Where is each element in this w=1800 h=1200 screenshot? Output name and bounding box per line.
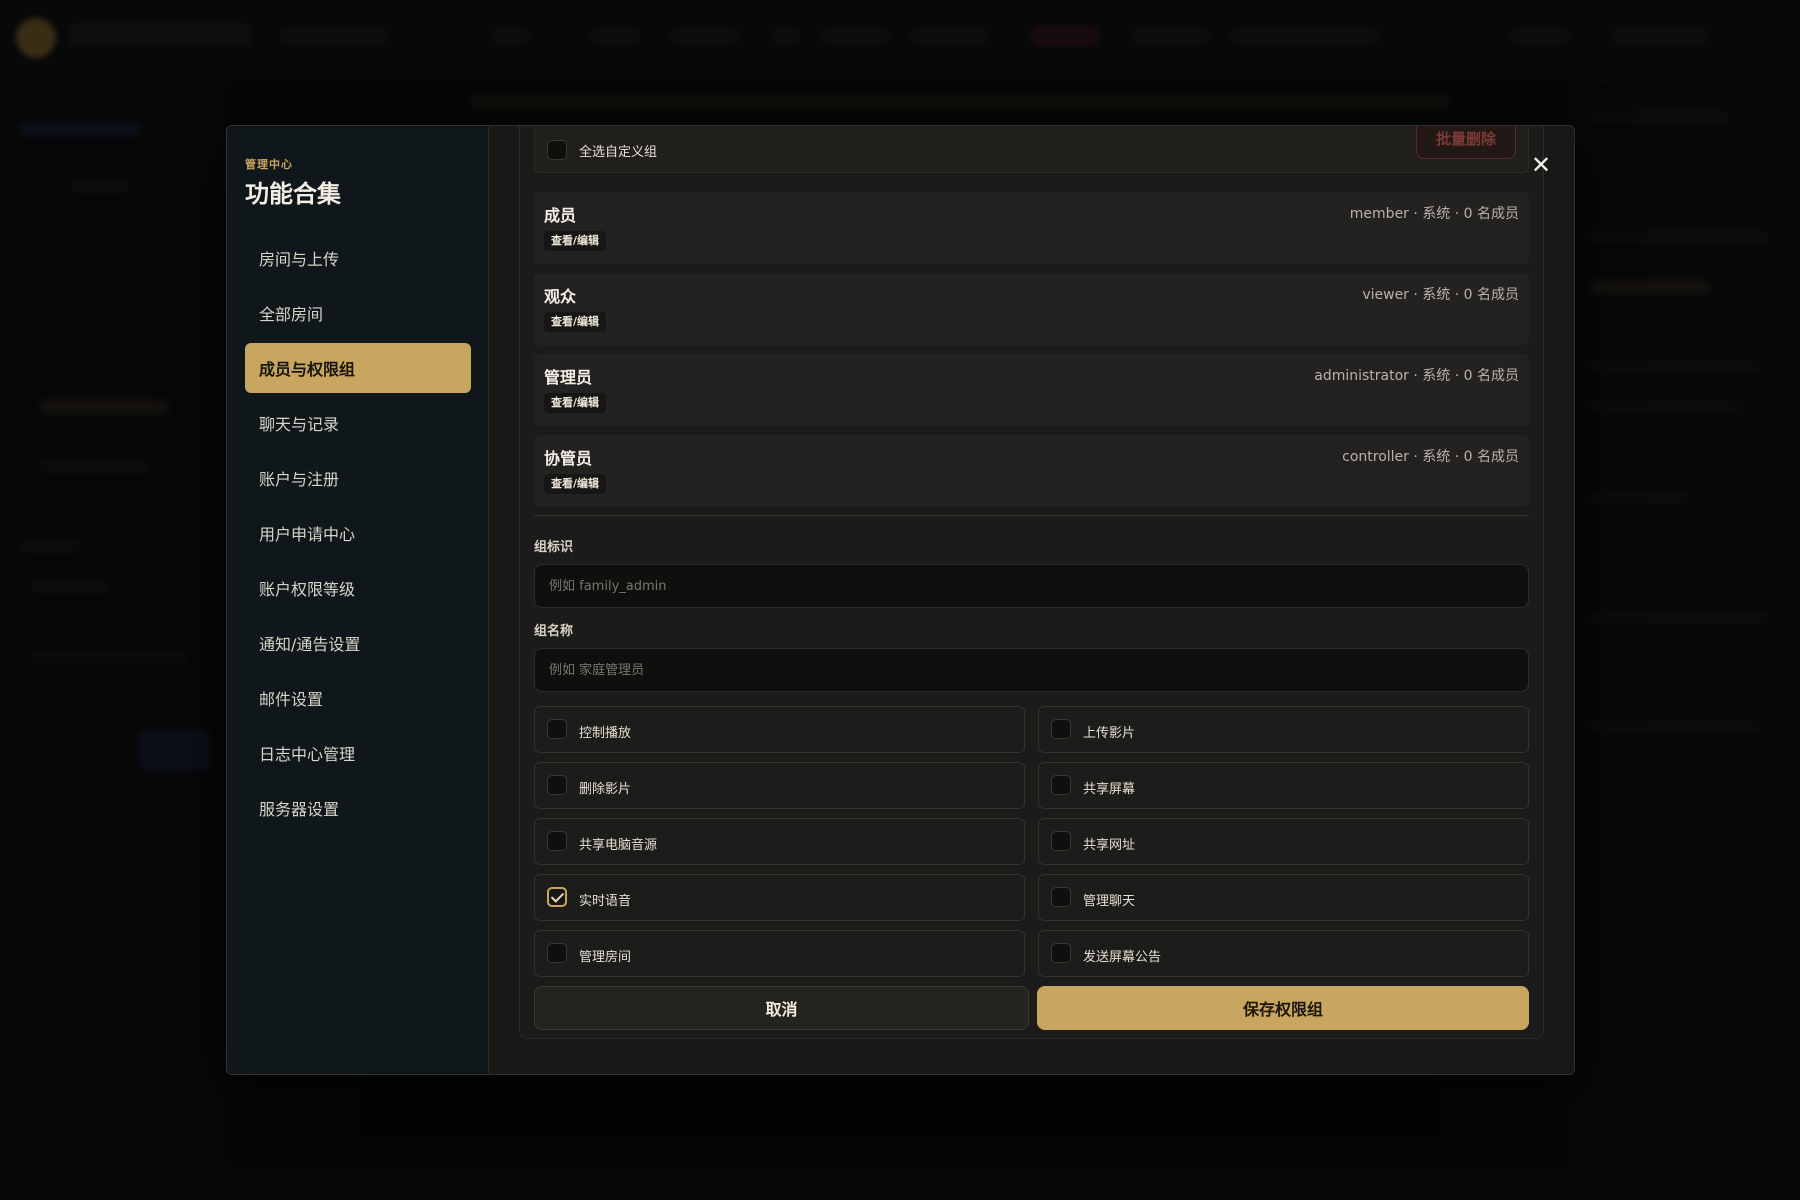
save-group-button[interactable]: 保存权限组 — [1037, 986, 1529, 1030]
permission-checkbox[interactable] — [547, 775, 567, 795]
select-all-row: 全选自定义组 批量删除 — [534, 126, 1529, 173]
bulk-delete-button[interactable]: 批量删除 — [1416, 126, 1516, 159]
group-name: 成员 — [544, 206, 577, 225]
permission-label: 管理房间 — [579, 950, 632, 965]
sidebar-item-label: 用户申请中心 — [259, 525, 356, 544]
permission-share-screen[interactable]: 共享屏幕 — [1038, 762, 1529, 809]
sidebar-item-rooms-upload[interactable]: 房间与上传 — [245, 233, 471, 283]
sidebar-item-all-rooms[interactable]: 全部房间 — [245, 288, 471, 338]
group-id-label: 组标识 — [534, 540, 574, 555]
permission-label: 共享网址 — [1083, 838, 1136, 853]
permission-label: 管理聊天 — [1083, 894, 1136, 909]
group-name-input[interactable] — [534, 648, 1529, 692]
sidebar-item-account-levels[interactable]: 账户权限等级 — [245, 563, 471, 613]
select-all-label: 全选自定义组 — [579, 145, 658, 160]
group-name-label: 组名称 — [534, 624, 574, 639]
sidebar-item-label: 全部房间 — [259, 305, 324, 324]
sidebar-item-chat-records[interactable]: 聊天与记录 — [245, 398, 471, 448]
permission-label: 控制播放 — [579, 726, 632, 741]
sidebar-item-label: 成员与权限组 — [259, 360, 356, 379]
sidebar-item-members-groups[interactable]: 成员与权限组 — [245, 343, 471, 393]
group-meta: administrator · 系统 · 0 名成员 — [1314, 368, 1519, 384]
permission-label: 实时语音 — [579, 894, 632, 909]
sidebar-item-label: 邮件设置 — [259, 690, 324, 709]
group-meta: viewer · 系统 · 0 名成员 — [1362, 287, 1519, 303]
permission-live-voice[interactable]: 实时语音 — [534, 874, 1025, 921]
sidebar-item-mail[interactable]: 邮件设置 — [245, 673, 471, 723]
permission-checkbox[interactable] — [1051, 887, 1071, 907]
group-edit-button[interactable]: 查看/编辑 — [544, 231, 607, 251]
group-name: 观众 — [544, 287, 577, 306]
close-icon[interactable]: ✕ — [1528, 152, 1554, 178]
permission-label: 共享屏幕 — [1083, 782, 1136, 797]
permission-delete-video[interactable]: 删除影片 — [534, 762, 1025, 809]
permission-label: 上传影片 — [1083, 726, 1136, 741]
group-meta: member · 系统 · 0 名成员 — [1349, 206, 1519, 222]
permission-label: 删除影片 — [579, 782, 632, 797]
group-edit-button[interactable]: 查看/编辑 — [544, 393, 607, 413]
permission-checkbox[interactable] — [1051, 943, 1071, 963]
permission-groups-panel: 全选自定义组 批量删除 成员 查看/编辑 member · 系统 · 0 名成员… — [519, 126, 1544, 1039]
permission-manage-chat[interactable]: 管理聊天 — [1038, 874, 1529, 921]
sidebar-item-user-requests[interactable]: 用户申请中心 — [245, 508, 471, 558]
group-card-administrator: 管理员 查看/编辑 administrator · 系统 · 0 名成员 — [534, 354, 1529, 426]
sidebar-kicker: 管理中心 — [245, 158, 293, 171]
permission-label: 共享电脑音源 — [579, 838, 658, 853]
permission-checkbox[interactable] — [1051, 775, 1071, 795]
sidebar-item-logs[interactable]: 日志中心管理 — [245, 728, 471, 778]
permission-checkbox-checked[interactable] — [547, 887, 567, 907]
sidebar-item-label: 通知/通告设置 — [259, 635, 361, 654]
sidebar-nav: 房间与上传 全部房间 成员与权限组 聊天与记录 账户与注册 用户申请中心 账户权… — [245, 233, 471, 838]
cancel-button[interactable]: 取消 — [534, 986, 1029, 1030]
group-edit-button[interactable]: 查看/编辑 — [544, 312, 607, 332]
select-all-checkbox[interactable] — [547, 140, 567, 160]
group-card-member: 成员 查看/编辑 member · 系统 · 0 名成员 — [534, 192, 1529, 264]
permission-manage-room[interactable]: 管理房间 — [534, 930, 1025, 977]
group-name: 管理员 — [544, 368, 593, 387]
group-card-controller: 协管员 查看/编辑 controller · 系统 · 0 名成员 — [534, 435, 1529, 507]
sidebar-item-server[interactable]: 服务器设置 — [245, 783, 471, 833]
sidebar-item-notifications[interactable]: 通知/通告设置 — [245, 618, 471, 668]
modal-sidebar: 管理中心 功能合集 房间与上传 全部房间 成员与权限组 聊天与记录 账户与注册 … — [227, 126, 489, 1074]
permission-checkbox[interactable] — [1051, 719, 1071, 739]
group-edit-button[interactable]: 查看/编辑 — [544, 474, 607, 494]
admin-center-modal: 管理中心 功能合集 房间与上传 全部房间 成员与权限组 聊天与记录 账户与注册 … — [226, 125, 1575, 1075]
permission-checkbox[interactable] — [547, 943, 567, 963]
permission-screen-announcement[interactable]: 发送屏幕公告 — [1038, 930, 1529, 977]
permission-upload-video[interactable]: 上传影片 — [1038, 706, 1529, 753]
sidebar-item-label: 房间与上传 — [259, 250, 340, 269]
permission-checkbox[interactable] — [547, 719, 567, 739]
group-meta: controller · 系统 · 0 名成员 — [1342, 449, 1519, 465]
group-id-input[interactable] — [534, 564, 1529, 608]
permission-label: 发送屏幕公告 — [1083, 950, 1162, 965]
section-divider — [534, 515, 1529, 516]
sidebar-item-label: 服务器设置 — [259, 800, 340, 819]
sidebar-item-label: 日志中心管理 — [259, 745, 356, 764]
group-card-viewer: 观众 查看/编辑 viewer · 系统 · 0 名成员 — [534, 273, 1529, 345]
sidebar-item-label: 账户权限等级 — [259, 580, 356, 599]
permission-share-audio[interactable]: 共享电脑音源 — [534, 818, 1025, 865]
sidebar-item-label: 账户与注册 — [259, 470, 340, 489]
permission-control-playback[interactable]: 控制播放 — [534, 706, 1025, 753]
permission-checkbox[interactable] — [547, 831, 567, 851]
sidebar-item-account-register[interactable]: 账户与注册 — [245, 453, 471, 503]
modal-content: 全选自定义组 批量删除 成员 查看/编辑 member · 系统 · 0 名成员… — [489, 126, 1574, 1074]
sidebar-item-label: 聊天与记录 — [259, 415, 340, 434]
group-name: 协管员 — [544, 449, 593, 468]
sidebar-title: 功能合集 — [245, 180, 341, 208]
permission-checkbox[interactable] — [1051, 831, 1071, 851]
permission-share-url[interactable]: 共享网址 — [1038, 818, 1529, 865]
